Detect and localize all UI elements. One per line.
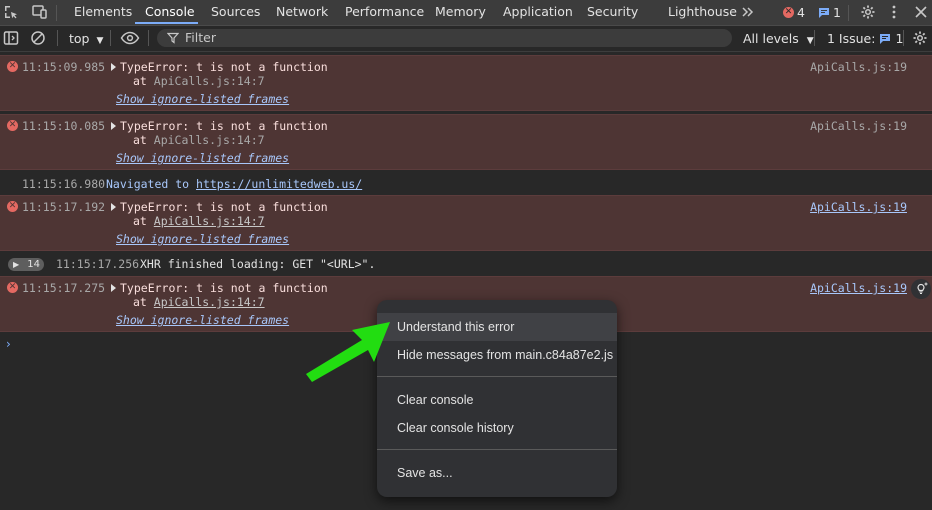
annotation-arrow-icon	[306, 322, 390, 382]
menu-separator	[377, 449, 617, 450]
source-link[interactable]: ApiCalls.js:19	[810, 281, 907, 295]
clear-console-icon[interactable]	[30, 30, 46, 46]
active-tab-indicator	[135, 22, 198, 24]
error-text: TypeError: t is not a function	[120, 119, 328, 133]
console-error-message[interactable]: ✕ 11:15:10.085 TypeError: t is not a fun…	[0, 114, 932, 170]
console-error-message[interactable]: ✕ 11:15:09.985 TypeError: t is not a fun…	[0, 55, 932, 111]
dropdown-arrow-icon: ▼	[96, 36, 104, 46]
menu-item-hide-messages[interactable]: Hide messages from main.c84a87e2.js	[377, 341, 617, 369]
console-prompt-input[interactable]: ›	[6, 337, 11, 351]
navigation-url-link[interactable]: https://unlimitedweb.us/	[196, 177, 362, 191]
source-link[interactable]: ApiCalls.js:19	[810, 200, 907, 214]
filter-input[interactable]: Filter	[157, 29, 732, 47]
error-text: TypeError: t is not a function	[120, 281, 328, 295]
dropdown-arrow-icon: ▼	[806, 36, 814, 46]
message-count-badge[interactable]: 1	[818, 0, 841, 25]
message-count: 1	[833, 4, 841, 20]
source-link[interactable]: ApiCalls.js:19	[810, 60, 907, 74]
error-count: 4	[797, 4, 805, 20]
error-icon: ✕	[7, 61, 18, 72]
console-info-message: ▶ 14 11:15:17.256 XHR finished loading: G…	[0, 253, 932, 275]
stack-frame-location[interactable]: ApiCalls.js:14:7	[154, 74, 265, 88]
timestamp: 11:15:17.192	[22, 200, 106, 214]
stack-frame: at ApiCalls.js:14:7	[133, 74, 265, 88]
source-link[interactable]: ApiCalls.js:19	[810, 119, 907, 133]
show-ignore-listed-link[interactable]: Show ignore-listed frames	[116, 151, 289, 165]
more-options-icon[interactable]	[886, 4, 902, 20]
settings-gear-icon[interactable]	[860, 4, 876, 20]
stack-frame-location[interactable]: ApiCalls.js:14:7	[154, 295, 265, 309]
error-count-badge[interactable]: ✕ 4	[783, 0, 805, 25]
timestamp: 11:15:10.085	[22, 119, 106, 133]
filter-placeholder: Filter	[185, 30, 216, 45]
expand-triangle-icon[interactable]	[111, 63, 116, 71]
sidebar-toggle-icon[interactable]	[3, 30, 19, 46]
repeat-count-badge[interactable]: ▶ 14	[8, 258, 44, 271]
menu-item-understand-error[interactable]: Understand this error	[377, 313, 617, 341]
expand-triangle-icon: ▶	[13, 260, 20, 269]
console-error-message[interactable]: ✕ 11:15:17.192 TypeError: t is not a fun…	[0, 195, 932, 251]
console-settings-gear-icon[interactable]	[912, 30, 928, 46]
stack-frame: at ApiCalls.js:14:7	[133, 295, 265, 309]
menu-item-clear-console-history[interactable]: Clear console history	[377, 414, 617, 442]
menu-item-clear-console[interactable]: Clear console	[377, 386, 617, 414]
expand-triangle-icon[interactable]	[111, 284, 116, 292]
log-levels-label: All levels	[743, 31, 799, 46]
tab-memory[interactable]: Memory	[435, 0, 486, 25]
issue-message-icon	[880, 33, 891, 44]
tab-network[interactable]: Network	[276, 0, 328, 25]
error-icon: ✕	[783, 7, 794, 18]
context-selector-label: top	[69, 31, 90, 46]
inspect-element-icon[interactable]	[3, 4, 19, 20]
expand-triangle-icon[interactable]	[111, 203, 116, 211]
devtools-tabbar: Elements Console Sources Network Perform…	[0, 0, 932, 26]
show-ignore-listed-link[interactable]: Show ignore-listed frames	[116, 313, 289, 327]
navigation-text: Navigated to https://unlimitedweb.us/	[106, 177, 363, 191]
message-icon	[819, 7, 829, 18]
stack-frame-location[interactable]: ApiCalls.js:14:7	[154, 133, 265, 147]
menu-item-save-as[interactable]: Save as...	[377, 459, 617, 487]
issues-button[interactable]: 1 Issue: 1	[827, 26, 903, 51]
tab-lighthouse[interactable]: Lighthouse	[668, 0, 737, 25]
eye-icon[interactable]	[120, 30, 140, 46]
log-levels-dropdown[interactable]: All levels ▼	[743, 26, 814, 54]
timestamp: 11:15:17.256	[56, 257, 140, 271]
expand-triangle-icon[interactable]	[111, 122, 116, 130]
console-navigation-message: 11:15:16.980 Navigated to https://unlimi…	[0, 173, 932, 195]
stack-frame: at ApiCalls.js:14:7	[133, 133, 265, 147]
menu-separator	[377, 376, 617, 377]
error-text: TypeError: t is not a function	[120, 200, 328, 214]
timestamp: 11:15:16.980	[22, 177, 106, 191]
close-icon[interactable]	[913, 4, 929, 20]
tab-security[interactable]: Security	[587, 0, 638, 25]
device-toolbar-icon[interactable]	[31, 4, 47, 20]
error-icon: ✕	[7, 120, 18, 131]
timestamp: 11:15:17.275	[22, 281, 106, 295]
console-toolbar: top ▼ Filter All levels ▼ 1 Issue: 1	[0, 26, 932, 52]
context-selector[interactable]: top ▼	[69, 26, 103, 51]
tab-performance[interactable]: Performance	[345, 0, 424, 25]
tab-application[interactable]: Application	[503, 0, 573, 25]
issues-label: 1 Issue:	[827, 31, 876, 46]
error-icon: ✕	[7, 282, 18, 293]
error-text: TypeError: t is not a function	[120, 60, 328, 74]
info-text: XHR finished loading: GET "<URL>".	[140, 257, 376, 271]
error-icon: ✕	[7, 201, 18, 212]
stack-frame: at ApiCalls.js:14:7	[133, 214, 265, 228]
context-menu: Understand this error Hide messages from…	[377, 300, 617, 497]
tab-sources[interactable]: Sources	[211, 0, 260, 25]
filter-funnel-icon	[167, 32, 179, 44]
chevrons-right-icon[interactable]	[740, 4, 756, 20]
show-ignore-listed-link[interactable]: Show ignore-listed frames	[116, 92, 289, 106]
ai-insights-lightbulb-icon[interactable]	[911, 279, 931, 299]
timestamp: 11:15:09.985	[22, 60, 106, 74]
show-ignore-listed-link[interactable]: Show ignore-listed frames	[116, 232, 289, 246]
stack-frame-location[interactable]: ApiCalls.js:14:7	[154, 214, 265, 228]
tab-elements[interactable]: Elements	[74, 0, 132, 25]
